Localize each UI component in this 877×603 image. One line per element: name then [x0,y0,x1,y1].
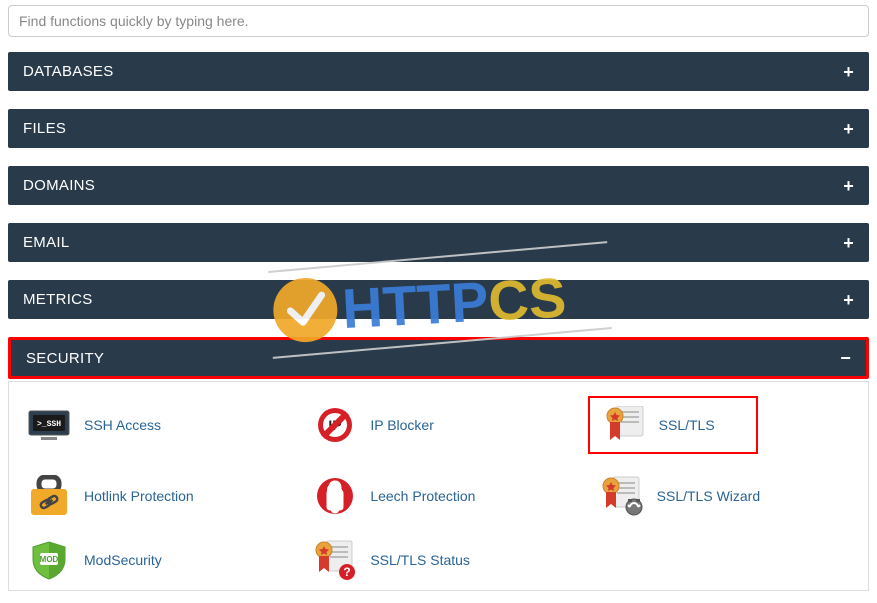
item-label: Hotlink Protection [84,488,194,504]
item-label: SSL/TLS Status [370,552,470,568]
panel-title: SECURITY [26,350,104,367]
modsecurity-icon: MOD [27,539,71,581]
item-ssh-access[interactable]: >_SSH SSH Access [9,396,295,454]
panel-title: DATABASES [23,63,114,80]
item-ip-blocker[interactable]: IP IP Blocker [295,396,581,454]
panel-security-header[interactable]: SECURITY − [11,340,866,376]
panel-title: EMAIL [23,234,70,251]
item-label: SSL/TLS [659,417,715,433]
minus-icon: − [840,349,851,367]
svg-text:MOD: MOD [40,555,59,564]
panel-files: FILES + [8,109,869,148]
panel-domains-header[interactable]: DOMAINS + [8,166,869,205]
item-modsecurity[interactable]: MOD ModSecurity [9,538,295,582]
empty-cell [582,538,868,582]
item-ssl-tls-status[interactable]: ? SSL/TLS Status [295,538,581,582]
panel-title: FILES [23,120,66,137]
panel-title: METRICS [23,291,93,308]
search-input[interactable] [8,5,869,37]
ssl-tls-icon [602,404,646,446]
ip-blocker-icon: IP [313,404,357,446]
panel-databases-header[interactable]: DATABASES + [8,52,869,91]
plus-icon: + [843,63,854,81]
plus-icon: + [843,234,854,252]
plus-icon: + [843,120,854,138]
panel-metrics: METRICS + [8,280,869,319]
panel-databases: DATABASES + [8,52,869,91]
cpanel-home: DATABASES + FILES + DOMAINS + EMAIL + ME… [0,0,877,603]
svg-text:>_SSH: >_SSH [37,420,61,429]
item-hotlink-protection[interactable]: Hotlink Protection [9,474,295,518]
plus-icon: + [843,177,854,195]
panel-security: SECURITY − [8,337,869,379]
item-ssl-tls[interactable]: SSL/TLS [588,396,758,454]
security-body: >_SSH SSH Access IP IP Blocker [8,381,869,591]
item-label: IP Blocker [370,417,434,433]
plus-icon: + [843,291,854,309]
panel-title: DOMAINS [23,177,95,194]
item-label: ModSecurity [84,552,162,568]
item-label: SSH Access [84,417,161,433]
panel-files-header[interactable]: FILES + [8,109,869,148]
item-leech-protection[interactable]: Leech Protection [295,474,581,518]
panel-domains: DOMAINS + [8,166,869,205]
hotlink-icon [27,475,71,517]
ssl-status-icon: ? [313,539,357,581]
ssl-wizard-icon [600,475,644,517]
ssh-icon: >_SSH [27,404,71,446]
item-ssl-tls-wizard[interactable]: SSL/TLS Wizard [582,474,868,518]
svg-text:?: ? [344,565,351,579]
panel-email-header[interactable]: EMAIL + [8,223,869,262]
item-label: SSL/TLS Wizard [657,488,760,504]
panel-metrics-header[interactable]: METRICS + [8,280,869,319]
panel-email: EMAIL + [8,223,869,262]
leech-icon [313,475,357,517]
item-label: Leech Protection [370,488,475,504]
